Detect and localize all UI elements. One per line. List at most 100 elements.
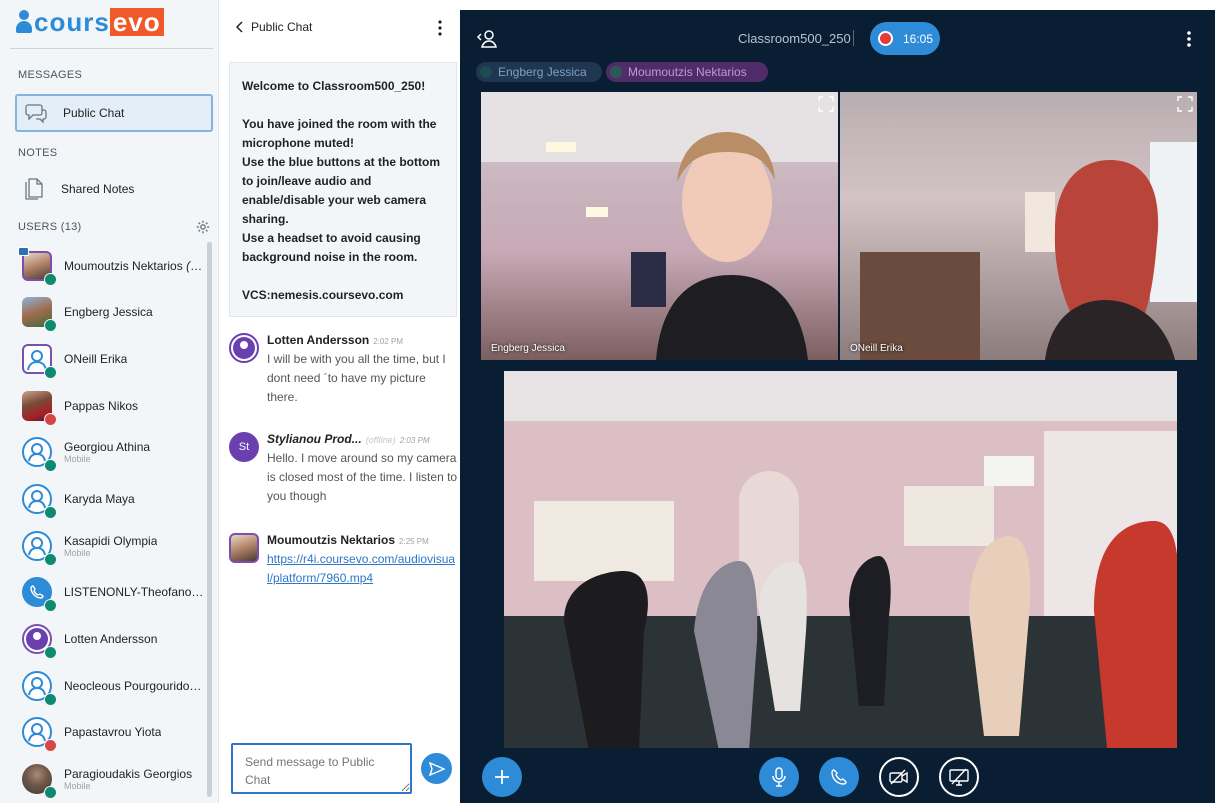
shared-notes-label: Shared Notes — [61, 182, 135, 196]
user-name: Georgiou Athina — [64, 439, 151, 454]
avatar — [22, 671, 57, 706]
listen-status-icon — [44, 693, 57, 706]
share-screen-button[interactable] — [939, 757, 979, 797]
users-section-title: USERS (13) — [18, 221, 82, 233]
user-list-item[interactable]: LISTENONLY-Theofanous... — [22, 572, 207, 612]
users-scrollbar[interactable] — [207, 242, 212, 797]
avatar — [22, 437, 57, 472]
messages-section-title: MESSAGES — [18, 69, 83, 81]
user-name: Lotten Andersson — [64, 632, 158, 646]
logo-person-icon — [16, 9, 32, 35]
gear-icon[interactable] — [196, 220, 210, 234]
webcam-image — [481, 92, 838, 360]
shared-video-image — [504, 371, 1177, 748]
user-list-item[interactable]: Neocleous Pourgouridou ... — [22, 666, 207, 706]
logo-text-evo: evo — [109, 8, 164, 36]
avatar — [18, 247, 57, 286]
app-root: cours evo MESSAGES Public Chat NOTES Shar… — [0, 0, 1215, 803]
talking-icon — [480, 66, 492, 78]
fullscreen-icon[interactable] — [818, 96, 834, 112]
notes-icon — [23, 178, 45, 200]
phone-icon — [831, 769, 847, 785]
talking-status-icon — [44, 273, 57, 286]
recording-button[interactable]: 16:05 — [870, 22, 940, 55]
user-device: Mobile — [64, 547, 91, 558]
chat-back-button[interactable]: Public Chat — [235, 20, 312, 34]
chat-message-input[interactable] — [231, 743, 412, 794]
message-time: 2:03 PM — [399, 436, 430, 445]
welcome-line: VCS:nemesis.coursevo.com — [242, 288, 404, 302]
offline-label: (offline) — [365, 435, 396, 445]
talker-name: Engberg Jessica — [498, 65, 587, 79]
user-name: Neocleous Pourgouridou ... — [64, 679, 206, 693]
listen-status-icon — [44, 553, 57, 566]
listen-status-icon — [44, 459, 57, 472]
send-button[interactable] — [421, 753, 452, 784]
listen-status-icon — [44, 646, 57, 659]
listen-status-icon — [44, 786, 57, 799]
talking-indicator[interactable]: Engberg Jessica — [476, 62, 602, 82]
sidebar: cours evo MESSAGES Public Chat NOTES Shar… — [0, 0, 219, 803]
video-tile[interactable]: ONeill Erika — [840, 92, 1197, 360]
notes-section-title: NOTES — [18, 147, 58, 159]
avatar — [22, 391, 57, 426]
welcome-spacer — [242, 267, 444, 286]
avatar — [22, 577, 57, 612]
user-list-item[interactable]: Kasapidi Olympia Mobile — [22, 526, 207, 566]
muted-status-icon — [44, 413, 57, 426]
talking-indicator[interactable]: Moumoutzis Nektarios — [606, 62, 768, 82]
user-list-item[interactable]: Karyda Maya — [22, 479, 207, 519]
tile-user-name[interactable]: ONeill Erika — [850, 343, 903, 354]
message-time: 2:25 PM — [399, 537, 429, 546]
message-text: Hello. I move around so my camera is clo… — [267, 451, 458, 503]
webcam-image — [860, 142, 1197, 360]
avatar — [229, 533, 259, 563]
share-webcam-button[interactable] — [879, 757, 919, 797]
shared-notes-button[interactable]: Shared Notes — [15, 170, 213, 208]
options-icon[interactable] — [1186, 30, 1192, 48]
public-chat-button[interactable]: Public Chat — [15, 94, 213, 132]
user-name: Engberg Jessica — [64, 305, 153, 319]
record-icon — [878, 31, 893, 46]
user-list-item[interactable]: Paragioudakis Georgios Mobile — [22, 759, 207, 799]
listen-status-icon — [44, 599, 57, 612]
send-icon — [428, 761, 445, 776]
chevron-left-icon — [235, 21, 243, 33]
message-author: Moumoutzis Nektarios — [267, 533, 396, 547]
talking-status-icon — [44, 366, 57, 379]
welcome-line: Use the blue buttons at the bottom to jo… — [242, 155, 440, 226]
screen-share-off-icon — [949, 768, 969, 786]
toggle-userlist-icon[interactable] — [476, 28, 498, 50]
muted-status-icon — [44, 739, 57, 752]
user-list-item[interactable]: Georgiou Athina Mobile — [22, 432, 207, 472]
talking-status-icon — [44, 319, 57, 332]
user-list-item[interactable]: Moumoutzis Nektarios (You) — [18, 246, 207, 286]
video-tile[interactable]: Engberg Jessica — [481, 92, 838, 360]
user-name: ONeill Erika — [64, 352, 128, 366]
welcome-spacer — [242, 96, 444, 115]
user-list-item[interactable]: ONeill Erika — [22, 339, 207, 379]
avatar — [22, 764, 57, 799]
avatar — [22, 297, 57, 332]
chat-options-icon[interactable] — [437, 20, 443, 36]
user-list-item[interactable]: Lotten Andersson — [22, 619, 207, 659]
fullscreen-icon[interactable] — [1177, 96, 1193, 112]
user-name: Moumoutzis Nektarios — [64, 259, 183, 273]
message-time: 2:02 PM — [373, 337, 404, 346]
recording-time: 16:05 — [903, 31, 934, 46]
user-list-item[interactable]: Pappas Nikos — [22, 386, 207, 426]
user-list-item[interactable]: Engberg Jessica — [22, 292, 207, 332]
mute-mic-button[interactable] — [759, 757, 799, 797]
avatar: St — [229, 432, 259, 462]
leave-audio-button[interactable] — [819, 757, 859, 797]
plus-icon — [495, 770, 509, 784]
user-name: LISTENONLY-Theofanous... — [64, 585, 206, 599]
talker-name: Moumoutzis Nektarios — [628, 65, 747, 79]
public-chat-label: Public Chat — [63, 106, 125, 120]
user-list-item[interactable]: Papastavrou Yiota — [22, 712, 207, 752]
actions-button[interactable] — [482, 757, 522, 797]
shared-video-player[interactable] — [504, 371, 1177, 748]
avatar — [22, 717, 57, 752]
tile-user-name[interactable]: Engberg Jessica — [491, 343, 565, 354]
message-link[interactable]: https://r4i.coursevo.com/audiovisual/pla… — [267, 550, 459, 588]
